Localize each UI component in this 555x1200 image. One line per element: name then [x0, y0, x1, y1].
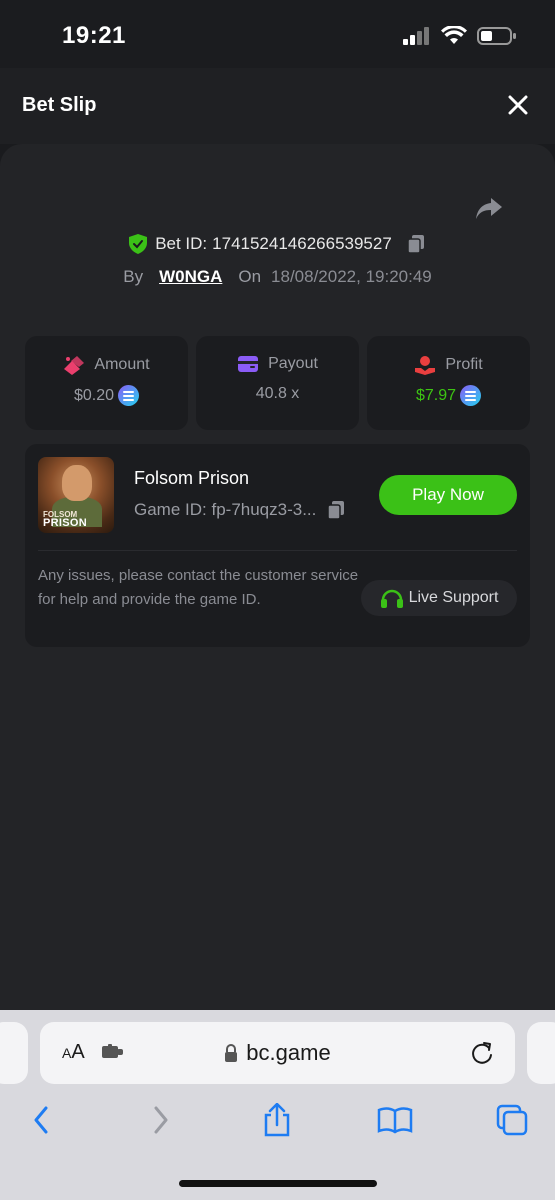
live-support-button[interactable]: Live Support — [361, 580, 517, 616]
game-id-row: Game ID: fp-7huqz3-3... — [134, 500, 346, 520]
coin-icon — [460, 385, 482, 406]
share-sheet-icon — [264, 1103, 290, 1137]
bet-id-value: 1741524146266539527 — [212, 234, 392, 253]
cellular-signal-icon — [403, 27, 429, 45]
address-bar[interactable]: AA bc.game — [40, 1022, 515, 1084]
reload-icon[interactable] — [469, 1040, 495, 1066]
copy-game-id-button[interactable] — [326, 500, 346, 520]
stat-value: $7.97 — [415, 386, 457, 404]
by-label: By — [123, 267, 144, 286]
game-card: FOLSOM PRISON Folsom Prison Game ID: fp-… — [25, 444, 530, 647]
status-time: 19:21 — [62, 22, 126, 49]
shield-check-icon — [129, 234, 148, 254]
amount-icon — [64, 356, 85, 375]
stat-value: 40.8 x — [255, 385, 300, 402]
support-note: Any issues, please contact the customer … — [38, 567, 359, 608]
chevron-left-icon — [34, 1106, 48, 1134]
headset-icon — [380, 589, 403, 608]
tabs-icon — [496, 1104, 528, 1136]
game-name: Folsom Prison — [134, 468, 250, 488]
stat-value: $0.20 — [73, 386, 115, 404]
forward-button[interactable] — [143, 1102, 179, 1138]
status-icons — [403, 26, 517, 46]
wifi-icon — [441, 26, 467, 44]
stat-amount: Amount $0.20 — [25, 336, 188, 430]
live-support-label: Live Support — [408, 589, 499, 606]
copy-icon — [327, 501, 345, 520]
share-icon — [476, 198, 502, 219]
bet-id-label: Bet ID: — [155, 234, 208, 253]
game-id-label: Game ID: — [134, 500, 207, 519]
close-icon — [508, 95, 528, 115]
browser-toolbar — [0, 1102, 555, 1158]
stat-label: Amount — [94, 356, 150, 373]
profit-icon — [415, 356, 436, 375]
bet-id-row: Bet ID: 1741524146266539527 — [0, 234, 555, 254]
stat-payout: Payout 40.8 x — [196, 336, 359, 430]
bet-slip-header: Bet Slip — [0, 68, 555, 144]
share-button[interactable] — [475, 196, 503, 222]
game-id-value: fp-7huqz3-3... — [211, 500, 317, 519]
user-link[interactable]: W0NGA — [159, 267, 222, 287]
home-indicator — [179, 1180, 377, 1187]
copy-bet-id-button[interactable] — [406, 234, 426, 254]
stat-label: Payout — [268, 355, 318, 372]
by-row: By W0NGA On 18/08/2022, 19:20:49 — [0, 267, 555, 287]
page-title: Bet Slip — [22, 94, 97, 116]
coin-icon — [118, 385, 140, 406]
url-display[interactable]: bc.game — [40, 1040, 515, 1066]
on-label: On — [238, 267, 262, 286]
divider — [38, 550, 517, 551]
status-bar: 19:21 — [0, 0, 555, 68]
lock-icon — [225, 1044, 238, 1062]
browser-chrome: AA bc.game — [0, 1010, 555, 1200]
battery-icon — [477, 27, 516, 45]
wallet-icon — [238, 356, 259, 372]
back-button[interactable] — [23, 1102, 59, 1138]
stat-profit: Profit $7.97 — [367, 336, 530, 430]
bet-stats: Amount $0.20 Payout 40.8 x Profit $7.97 — [25, 336, 530, 430]
stat-label: Profit — [445, 356, 483, 373]
copy-icon — [407, 235, 424, 254]
play-now-button[interactable]: Play Now — [379, 475, 517, 515]
thumb-title-line2: PRISON — [43, 517, 87, 529]
bookmarks-button[interactable] — [377, 1102, 413, 1138]
chevron-right-icon — [154, 1106, 168, 1134]
next-tab[interactable] — [527, 1022, 555, 1084]
share-page-button[interactable] — [259, 1102, 295, 1138]
tabs-button[interactable] — [494, 1102, 530, 1138]
url-text: bc.game — [246, 1040, 331, 1065]
previous-tab[interactable] — [0, 1022, 28, 1084]
bet-date: 18/08/2022, 19:20:49 — [271, 267, 432, 286]
book-icon — [377, 1107, 413, 1134]
close-button[interactable] — [507, 94, 529, 116]
bet-detail-panel: Bet ID: 1741524146266539527 By W0NGA On … — [0, 144, 555, 1010]
game-thumbnail[interactable]: FOLSOM PRISON — [38, 457, 114, 533]
